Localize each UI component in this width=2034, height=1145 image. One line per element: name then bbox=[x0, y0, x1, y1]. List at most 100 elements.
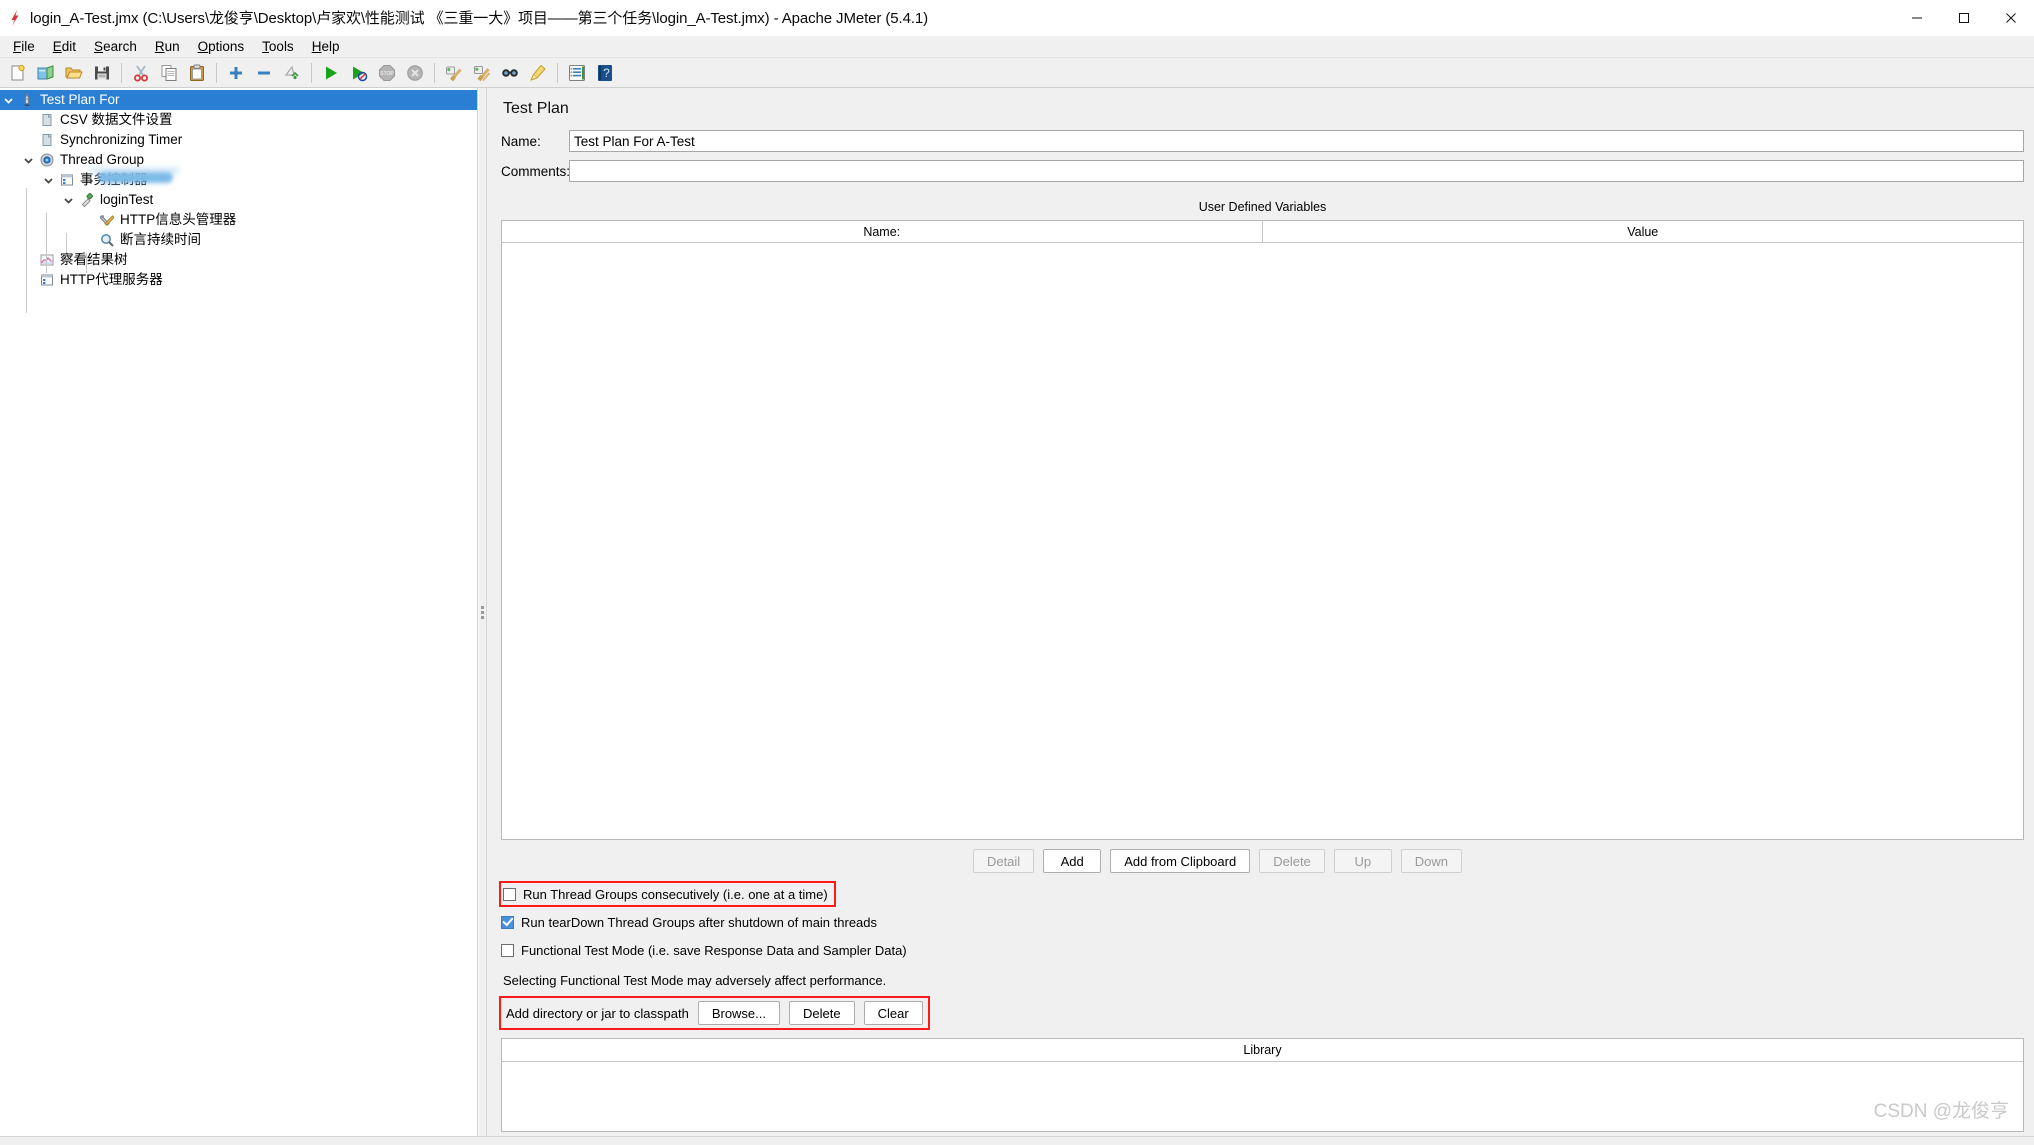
run-teardown-thread-groups-checkbox[interactable]: Run tearDown Thread Groups after shutdow… bbox=[501, 911, 877, 933]
duration-assertion-icon bbox=[97, 230, 117, 250]
page-title: Test Plan bbox=[503, 100, 569, 117]
toolbar-new-icon[interactable] bbox=[4, 60, 32, 86]
library-column-header[interactable]: Library bbox=[502, 1039, 2023, 1062]
comments-input[interactable] bbox=[569, 160, 2024, 182]
menu-mnemonic: T bbox=[262, 39, 269, 54]
menu-item-options[interactable]: Options bbox=[189, 37, 254, 56]
chevron-down-icon[interactable] bbox=[20, 150, 37, 170]
divider-grip bbox=[481, 605, 484, 619]
tree-node-http-proxy-server[interactable]: HTTP代理服务器 bbox=[0, 270, 477, 290]
checkbox-label: Functional Test Mode (i.e. save Response… bbox=[521, 942, 907, 958]
toolbar-separator bbox=[121, 62, 122, 83]
clear-classpath-button[interactable]: Clear bbox=[863, 1001, 923, 1025]
toolbar-help-icon[interactable]: ? bbox=[591, 60, 619, 86]
toolbar-copy-icon[interactable] bbox=[155, 60, 183, 86]
browse-button[interactable]: Browse... bbox=[697, 1001, 780, 1025]
chevron-down-icon[interactable] bbox=[40, 170, 57, 190]
checkbox-label: Run Thread Groups consecutively (i.e. on… bbox=[523, 886, 828, 902]
chevron-down-icon[interactable] bbox=[0, 90, 17, 110]
tree-toggle-placeholder bbox=[20, 270, 37, 290]
tree-node-login-test[interactable]: loginTest bbox=[0, 190, 477, 210]
tree-toggle-placeholder bbox=[80, 230, 97, 250]
toolbar-templates-icon[interactable] bbox=[32, 60, 60, 86]
library-table[interactable]: Library CSDN @龙俊亨 bbox=[501, 1038, 2024, 1132]
tree-node-csv-data-set[interactable]: CSV 数据文件设置 bbox=[0, 110, 477, 130]
toolbar-stop-icon[interactable]: STOP bbox=[373, 60, 401, 86]
test-plan-icon bbox=[17, 90, 37, 110]
run-thread-groups-consecutively-checkbox[interactable]: Run Thread Groups consecutively (i.e. on… bbox=[499, 881, 836, 907]
tree-node-view-results-tree[interactable]: 察看结果树 bbox=[0, 250, 477, 270]
functional-test-mode-checkbox[interactable]: Functional Test Mode (i.e. save Response… bbox=[501, 939, 907, 961]
tree-toggle-placeholder bbox=[20, 250, 37, 270]
tree-node-transaction-controller[interactable]: 事务控制器 bbox=[0, 170, 477, 190]
name-input[interactable] bbox=[569, 130, 2024, 152]
clear-all-icon bbox=[473, 64, 491, 82]
checkbox-box[interactable] bbox=[501, 943, 514, 957]
add-from-clipboard-button[interactable]: Add from Clipboard bbox=[1110, 849, 1251, 873]
name-field-row: Name: bbox=[501, 130, 2024, 152]
tree-node-duration-assertion[interactable]: 断言持续时间 bbox=[0, 230, 477, 250]
toolbar-search-icon[interactable] bbox=[496, 60, 524, 86]
toolbar-start-icon[interactable] bbox=[317, 60, 345, 86]
toolbar-open-icon[interactable] bbox=[60, 60, 88, 86]
minimize-button[interactable] bbox=[1893, 0, 1940, 36]
clear-icon bbox=[445, 64, 463, 82]
classpath-row: Add directory or jar to classpath Browse… bbox=[499, 996, 930, 1030]
menu-item-help[interactable]: Help bbox=[303, 37, 349, 56]
menu-item-tools[interactable]: Tools bbox=[253, 37, 303, 56]
timer-icon bbox=[37, 130, 57, 150]
tree-node-http-header-manager[interactable]: HTTP信息头管理器 bbox=[0, 210, 477, 230]
toolbar-collapse-all-icon[interactable] bbox=[250, 60, 278, 86]
tree-guide-line bbox=[26, 188, 27, 313]
stop-icon: STOP bbox=[378, 64, 396, 82]
table-column-header[interactable]: Name: bbox=[502, 221, 1263, 242]
toolbar-paste-icon[interactable] bbox=[183, 60, 211, 86]
view-results-tree-icon bbox=[37, 250, 57, 270]
menu-mnemonic: O bbox=[197, 39, 209, 54]
menu-item-edit[interactable]: Edit bbox=[44, 37, 85, 56]
test-plan-tree[interactable]: Test Plan For CSV 数据文件设置 Synchronizing Tim… bbox=[0, 88, 478, 1136]
toolbar-cut-icon[interactable] bbox=[127, 60, 155, 86]
toolbar-function-helper-icon[interactable] bbox=[563, 60, 591, 86]
tree-toggle-placeholder bbox=[20, 110, 37, 130]
paste-icon bbox=[188, 64, 206, 82]
user-defined-variables-table[interactable]: Name: Value bbox=[501, 220, 2024, 840]
library-table-body[interactable]: CSDN @龙俊亨 bbox=[502, 1062, 2023, 1131]
window-controls bbox=[1893, 0, 2034, 36]
tree-node-synchronizing-timer[interactable]: Synchronizing Timer bbox=[0, 130, 477, 150]
checkbox-box[interactable] bbox=[503, 887, 516, 901]
table-column-header[interactable]: Value bbox=[1263, 221, 2024, 242]
menu-label-rest: un bbox=[164, 39, 180, 54]
toolbar-toggle-icon[interactable] bbox=[278, 60, 306, 86]
menu-label-rest: elp bbox=[321, 39, 340, 54]
tree-node-test-plan[interactable]: Test Plan For bbox=[0, 90, 477, 110]
checkbox-label: Run tearDown Thread Groups after shutdow… bbox=[521, 914, 878, 930]
delete-classpath-button[interactable]: Delete bbox=[789, 1001, 855, 1025]
toolbar-separator bbox=[216, 62, 217, 83]
tree-node-label: 察看结果树 bbox=[60, 252, 128, 267]
toolbar-clear-all-icon[interactable] bbox=[468, 60, 496, 86]
toolbar-shutdown-icon[interactable] bbox=[401, 60, 429, 86]
maximize-button[interactable] bbox=[1940, 0, 1987, 36]
classpath-buttons: Browse... Delete Clear bbox=[697, 1001, 923, 1025]
toolbar-clear-icon[interactable] bbox=[440, 60, 468, 86]
checkbox-box[interactable] bbox=[501, 915, 514, 929]
chevron-down-icon[interactable] bbox=[60, 190, 77, 210]
toolbar-reset-search-icon[interactable] bbox=[524, 60, 552, 86]
user-defined-variables-title: User Defined Variables bbox=[1198, 200, 1327, 214]
table-body[interactable] bbox=[502, 243, 2023, 839]
menu-item-file[interactable]: File bbox=[4, 37, 44, 56]
menu-mnemonic: H bbox=[311, 39, 322, 54]
test-plan-editor-panel: Test Plan Name: Comments: User Defined V… bbox=[487, 88, 2034, 1136]
tree-node-thread-group[interactable]: Thread Group bbox=[0, 150, 477, 170]
name-label: Name: bbox=[501, 133, 541, 149]
menu-item-run[interactable]: Run bbox=[146, 37, 189, 56]
save-icon bbox=[93, 64, 111, 82]
menu-item-search[interactable]: Search bbox=[85, 37, 146, 56]
toolbar-expand-all-icon[interactable] bbox=[222, 60, 250, 86]
split-pane-divider[interactable] bbox=[478, 88, 487, 1136]
add-button[interactable]: Add bbox=[1043, 849, 1102, 873]
toolbar-start-no-pauses-icon[interactable] bbox=[345, 60, 373, 86]
toolbar-save-icon[interactable] bbox=[88, 60, 116, 86]
close-button[interactable] bbox=[1987, 0, 2034, 36]
